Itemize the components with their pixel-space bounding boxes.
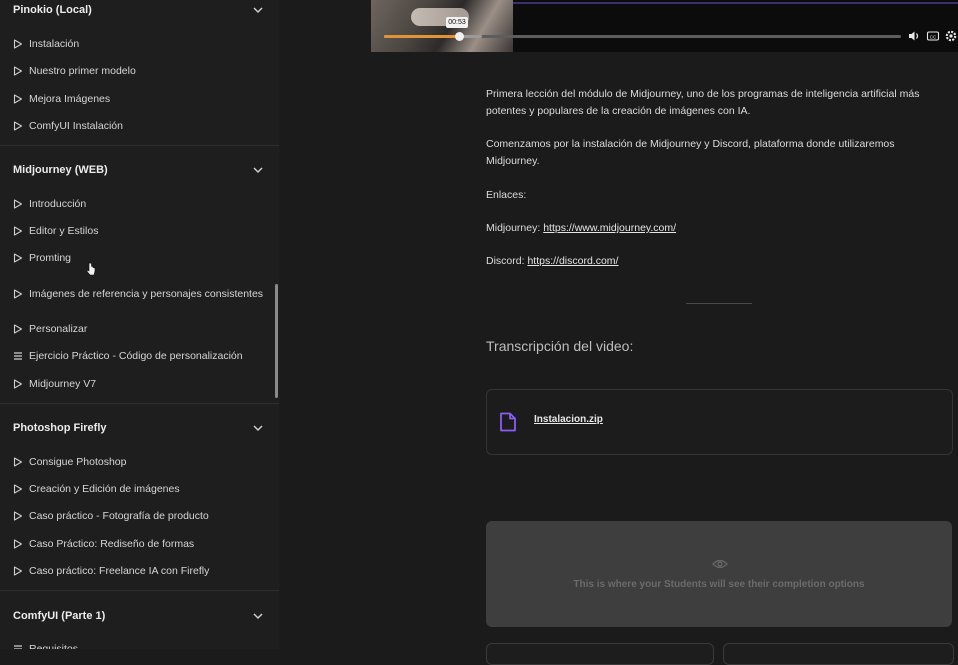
link-row-discord: Discord: https://discord.com/ [486,253,946,270]
lesson-description: Primera lección del módulo de Midjourney… [486,88,920,117]
lesson-item[interactable]: Caso Práctico: Rediseño de formas [0,533,272,555]
play-icon [13,66,23,76]
play-icon [13,457,23,467]
lesson-label: Midjourney V7 [29,378,97,390]
lesson-item[interactable]: Instalación [0,33,272,55]
lesson-label: Nuestro primer modelo [29,65,136,77]
lesson-item[interactable]: Promting [0,247,272,269]
chevron-down-icon [253,425,263,432]
midjourney-link[interactable]: https://www.midjourney.com/ [543,222,676,234]
lesson-item[interactable]: Personalizar [0,318,272,340]
lesson-intro: Comenzamos por la instalación de Midjour… [486,138,895,167]
lesson-label: Consigue Photoshop [29,456,127,468]
lesson-item[interactable]: Editor y Estilos [0,220,272,242]
lesson-label: Caso práctico: Freelance IA con Firefly [29,565,210,577]
content-divider [686,303,752,304]
progress-bar[interactable] [384,32,901,41]
text-lines-icon [14,645,22,649]
lesson-label: Introducción [29,198,87,210]
lesson-label: Caso práctico - Fotografía de producto [29,510,209,522]
course-sidebar: Pinokio (Local) Instalación Nuestro prim… [0,0,279,649]
lesson-item[interactable]: Creación y Edición de imágenes [0,478,272,500]
section-divider [0,403,279,404]
section-divider [0,590,279,591]
section-title: Pinokio (Local) [13,4,92,16]
lesson-item[interactable]: Nuestro primer modelo [0,60,272,82]
play-icon [13,289,23,299]
lesson-item[interactable]: Requisitos [0,638,272,649]
lesson-label: Ejercicio Práctico - Código de personali… [29,350,243,362]
section-header-photoshop[interactable]: Photoshop Firefly [0,418,279,442]
play-icon [13,226,23,236]
section-title: Photoshop Firefly [13,422,107,434]
sidebar-scrollbar[interactable] [275,284,278,398]
completion-placeholder: This is where your Students will see the… [486,521,952,627]
lesson-label: ComfyUI Instalación [29,120,123,132]
section-divider [0,145,279,146]
section-title: ComfyUI (Parte 1) [13,610,106,622]
play-icon [13,484,23,494]
play-icon [13,379,23,389]
lesson-item[interactable]: Caso práctico: Freelance IA con Firefly [0,560,272,582]
play-icon [13,566,23,576]
chevron-down-icon [253,7,263,14]
link-name: Midjourney: [486,222,541,234]
link-row-midjourney: Midjourney: https://www.midjourney.com/ [486,220,946,237]
lesson-label: Promting [29,252,72,264]
attachment-card[interactable]: Instalacion.zip [486,389,953,455]
section-header-comfyui[interactable]: ComfyUI (Parte 1) [0,606,279,630]
link-name: Discord: [486,255,525,267]
mouse-cursor-icon [86,262,96,276]
time-tooltip: 00:53 [446,17,468,28]
section-header-pinokio[interactable]: Pinokio (Local) [0,0,279,24]
video-frame [371,0,513,52]
play-icon [13,199,23,209]
discord-link[interactable]: https://discord.com/ [527,255,618,267]
text-lines-icon [14,352,22,360]
chevron-down-icon [253,613,263,620]
play-icon [13,253,23,263]
lesson-label: Personalizar [29,323,88,335]
chevron-down-icon [253,167,263,174]
play-icon [13,94,23,104]
eye-icon [712,559,728,569]
lesson-item[interactable]: Imágenes de referencia y personajes cons… [0,276,272,312]
lesson-item[interactable]: Ejercicio Práctico - Código de personali… [0,345,272,367]
play-icon [13,539,23,549]
progress-fill [384,35,460,38]
lesson-label: Editor y Estilos [29,225,99,237]
captions-icon[interactable]: CC [926,29,940,43]
volume-icon[interactable] [907,29,921,43]
video-player[interactable]: 00:53 CC [371,0,958,52]
lesson-item[interactable]: Mejora Imágenes [0,88,272,110]
svg-text:CC: CC [930,34,937,39]
transcript-title: Transcripción del video: [486,338,634,354]
lesson-item[interactable]: Midjourney V7 [0,373,272,395]
links-label: Enlaces: [486,189,527,201]
lesson-item[interactable]: ComfyUI Instalación [0,115,272,137]
lesson-label: Instalación [29,38,80,50]
completion-text: This is where your Students will see the… [573,579,865,590]
play-icon [13,324,23,334]
lesson-item[interactable]: Consigue Photoshop [0,451,272,473]
bottom-card-right[interactable] [723,643,954,665]
settings-icon[interactable] [944,29,958,43]
video-top-border [513,2,958,4]
lesson-label: Mejora Imágenes [29,93,111,105]
play-icon [13,39,23,49]
play-icon [13,121,23,131]
play-icon [13,511,23,521]
lesson-item[interactable]: Introducción [0,193,272,215]
attachment-filename[interactable]: Instalacion.zip [534,414,603,425]
lesson-label: Creación y Edición de imágenes [29,483,180,495]
bottom-card-left[interactable] [486,643,714,665]
section-title: Midjourney (WEB) [13,164,108,176]
lesson-label: Caso Práctico: Rediseño de formas [29,538,195,550]
section-header-midjourney[interactable]: Midjourney (WEB) [0,160,279,184]
lesson-item[interactable]: Caso práctico - Fotografía de producto [0,505,272,527]
file-icon [500,412,516,432]
lesson-label: Requisitos [29,643,79,649]
lesson-label: Imágenes de referencia y personajes cons… [29,288,264,300]
